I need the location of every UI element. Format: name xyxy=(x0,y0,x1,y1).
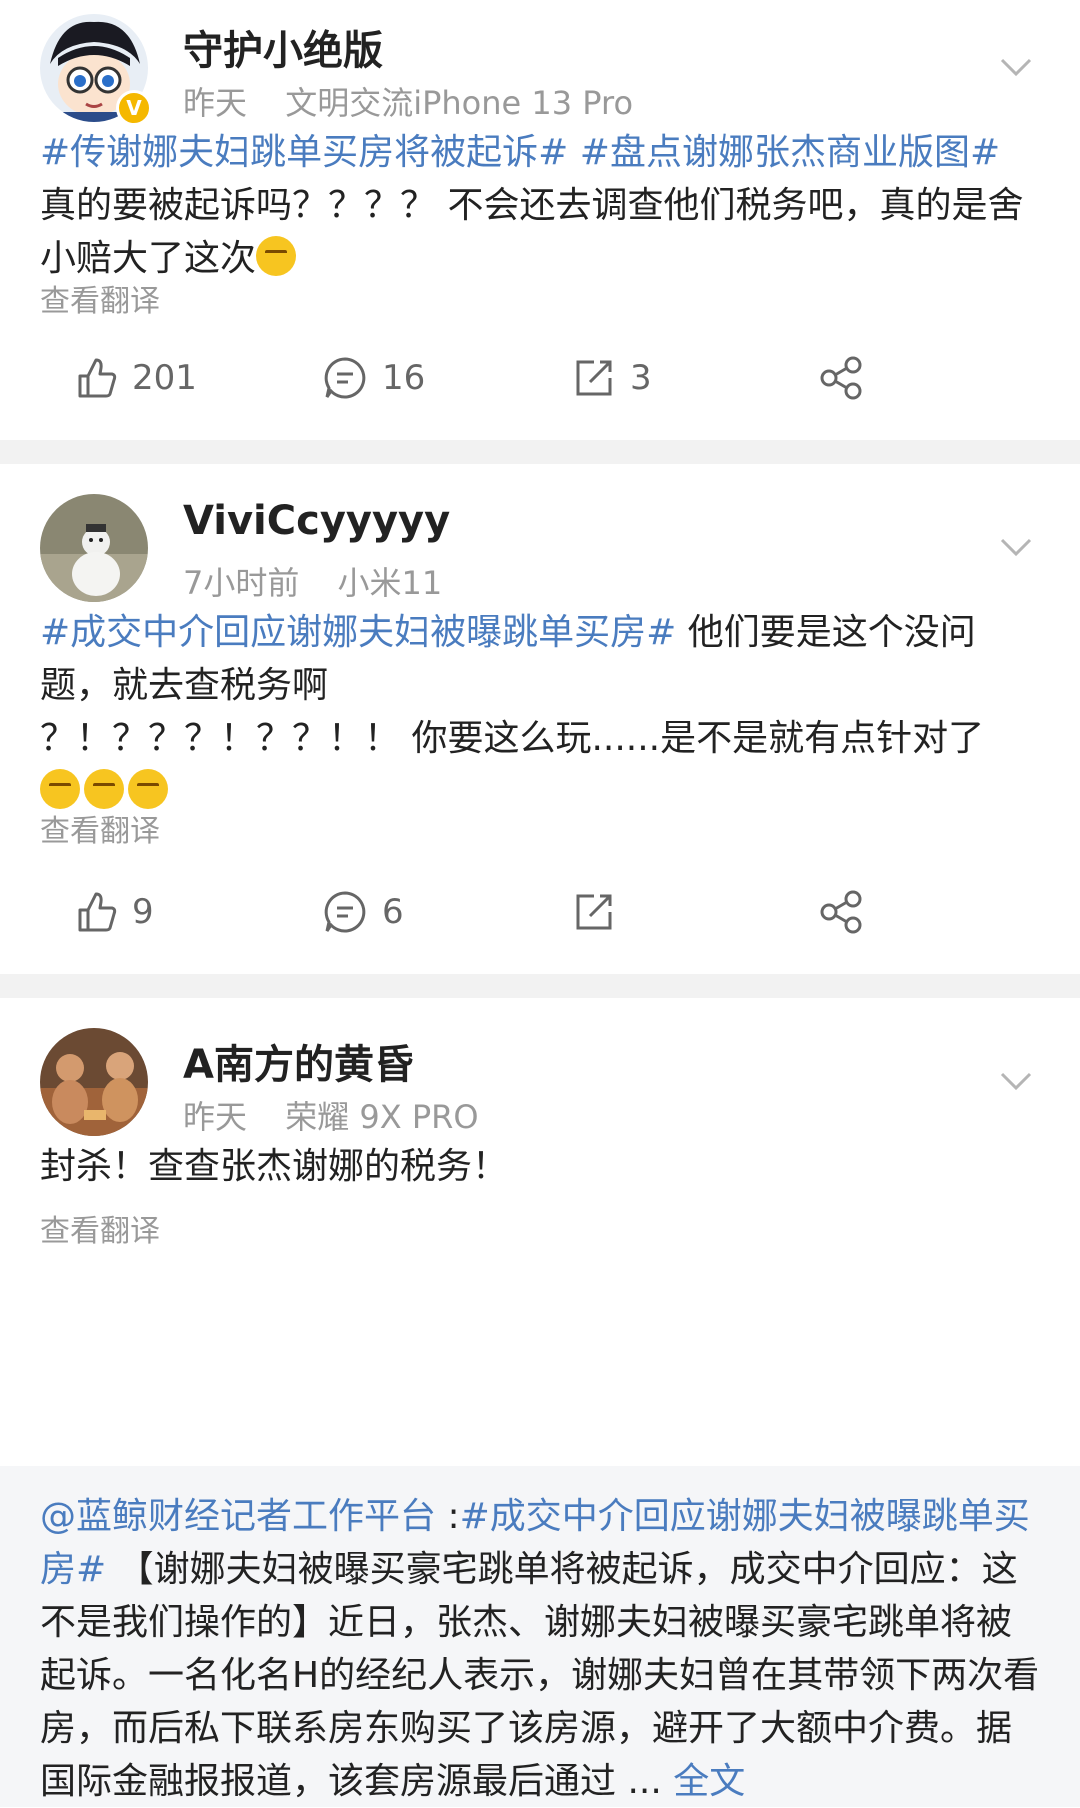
comment-bubble-icon xyxy=(324,357,366,399)
post-device: 荣耀 9X PRO xyxy=(285,1098,479,1136)
ellipsis: ... xyxy=(616,1761,674,1802)
post-device: 文明交流iPhone 13 Pro xyxy=(285,84,634,122)
post-text: 真的要被起诉吗？？？？ 不会还去调查他们税务吧，真的是舍小赔大了这次 xyxy=(40,185,1024,279)
mention-link[interactable]: @蓝鲸财经记者工作平台 xyxy=(40,1496,436,1537)
post-meta: 7小时前 小米11 xyxy=(183,558,470,604)
full-text-link[interactable]: 全文 xyxy=(673,1761,745,1802)
chevron-down-icon[interactable] xyxy=(992,1056,1040,1104)
post-content: 封杀！查查张杰谢娜的税务！ xyxy=(40,1140,1040,1193)
comment-button[interactable]: 16 xyxy=(322,348,425,408)
username[interactable]: ViviCcyyyyy xyxy=(183,498,450,544)
translate-link[interactable]: 查看翻译 xyxy=(40,1206,160,1250)
repost-body: 【谢娜夫妇被曝买豪宅跳单将被起诉，成交中介回应：这不是我们操作的】近日，张杰、谢… xyxy=(40,1549,1040,1802)
post-header: A南方的黄昏 昨天 荣耀 9X PRO xyxy=(40,1028,1040,1138)
repost-icon xyxy=(576,360,612,396)
avatar[interactable] xyxy=(40,1028,148,1136)
verified-badge: V xyxy=(116,90,152,126)
comment-count: 16 xyxy=(382,358,426,398)
sleepy-emoji-icon xyxy=(40,769,80,809)
post-device: 小米11 xyxy=(337,564,443,602)
post-header: V 守护小绝版 昨天 文明交流iPhone 13 Pro xyxy=(40,14,1040,126)
topic-tag[interactable]: #成交中介回应谢娜夫妇被曝跳单买房# xyxy=(40,612,676,653)
avatar[interactable] xyxy=(40,494,148,602)
post-text-2: ？！？？？！？？！！ 你要这么玩......是不是就有点针对了 xyxy=(40,718,985,759)
repost-text: @蓝鲸财经记者工作平台 :#成交中介回应谢娜夫妇被曝跳单买房# 【谢娜夫妇被曝买… xyxy=(40,1490,1040,1808)
username[interactable]: A南方的黄昏 xyxy=(183,1032,414,1090)
chevron-down-icon[interactable] xyxy=(992,522,1040,570)
comment-count: 6 xyxy=(382,892,404,932)
sleepy-emoji-icon xyxy=(128,769,168,809)
repost-button[interactable] xyxy=(572,882,630,942)
action-bar: 201 16 3 xyxy=(0,348,1080,408)
post-meta: 昨天 荣耀 9X PRO xyxy=(183,1092,507,1138)
topic-tag[interactable]: #盘点谢娜张杰商业版图# xyxy=(580,132,1000,173)
thumbs-up-icon xyxy=(78,358,117,398)
comment-bubble-icon xyxy=(324,891,366,933)
post-time: 昨天 xyxy=(183,84,248,122)
comment-button[interactable]: 6 xyxy=(322,882,404,942)
share-button[interactable] xyxy=(818,348,878,408)
share-icon xyxy=(820,890,862,934)
share-icon xyxy=(820,356,862,400)
post-content: #传谢娜夫妇跳单买房将被起诉# #盘点谢娜张杰商业版图# 真的要被起诉吗？？？？… xyxy=(40,126,1040,285)
share-button[interactable] xyxy=(818,882,878,942)
repost-count: 3 xyxy=(630,358,652,398)
like-count: 201 xyxy=(132,358,197,398)
post-text: 封杀！查查张杰谢娜的税务！ xyxy=(40,1146,509,1187)
action-bar: 9 6 xyxy=(0,882,1080,942)
repost-icon xyxy=(576,894,612,930)
repost-card[interactable]: @蓝鲸财经记者工作平台 :#成交中介回应谢娜夫妇被曝跳单买房# 【谢娜夫妇被曝买… xyxy=(0,1466,1080,1807)
post-content: #成交中介回应谢娜夫妇被曝跳单买房# 他们要是这个没问题，就去查税务啊 ？！？？… xyxy=(40,606,1040,818)
repost-button[interactable]: 3 xyxy=(572,348,652,408)
username[interactable]: 守护小绝版 xyxy=(183,18,383,76)
post-time: 昨天 xyxy=(183,1098,248,1136)
smirk-emoji-icon xyxy=(256,236,297,276)
like-button[interactable]: 9 xyxy=(74,882,154,942)
like-button[interactable]: 201 xyxy=(74,348,197,408)
like-count: 9 xyxy=(132,892,154,932)
post-separator xyxy=(0,974,1080,998)
sleepy-emoji-icon xyxy=(84,769,124,809)
post-time: 7小时前 xyxy=(183,564,300,602)
post-card-2[interactable]: ViviCcyyyyy 7小时前 小米11 #成交中介回应谢娜夫妇被曝跳单买房#… xyxy=(0,464,1080,974)
thumbs-up-icon xyxy=(78,892,117,932)
post-card-1[interactable]: V 守护小绝版 昨天 文明交流iPhone 13 Pro #传谢娜夫妇跳单买房将… xyxy=(0,0,1080,440)
post-separator xyxy=(0,440,1080,464)
post-meta: 昨天 文明交流iPhone 13 Pro xyxy=(183,78,661,124)
topic-tag[interactable]: #传谢娜夫妇跳单买房将被起诉# xyxy=(40,132,568,173)
post-header: ViviCcyyyyy 7小时前 小米11 xyxy=(40,494,1040,604)
chevron-down-icon[interactable] xyxy=(992,42,1040,90)
translate-link[interactable]: 查看翻译 xyxy=(40,276,160,320)
colon: : xyxy=(436,1496,460,1537)
translate-link[interactable]: 查看翻译 xyxy=(40,806,160,850)
